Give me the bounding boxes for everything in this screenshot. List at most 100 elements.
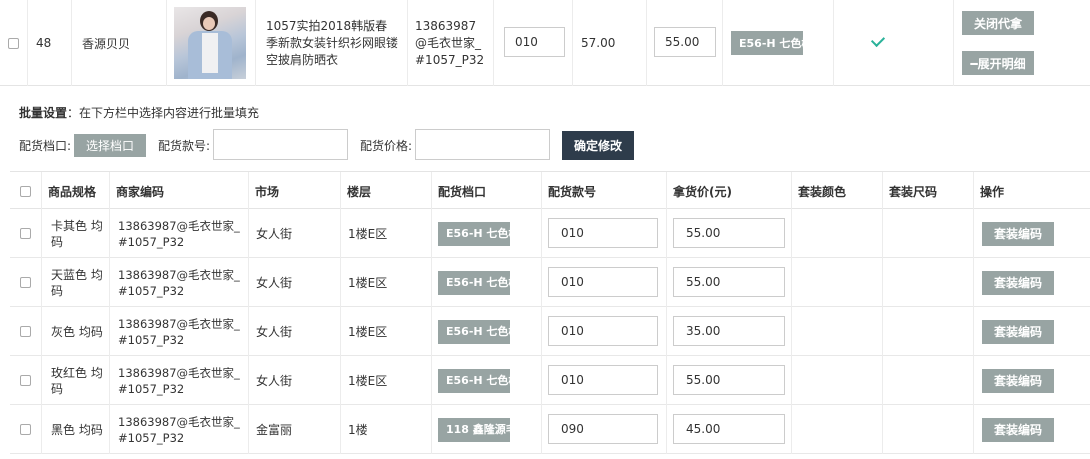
table-row: 天蓝色 均码 13863987@毛衣世家_#1057_P32 女人街 1楼E区 E56-…	[10, 258, 1090, 307]
row-stall-no-input[interactable]: 010	[548, 365, 658, 395]
row-spec: 黑色 均码	[42, 405, 110, 454]
row-price-input[interactable]: 55.00	[673, 218, 785, 248]
header-set-color: 套装颜色	[792, 172, 883, 210]
product-thumbnail[interactable]	[174, 7, 246, 79]
header-floor: 楼层	[341, 172, 432, 210]
row-price-input[interactable]: 55.00	[673, 267, 785, 297]
row-set-color	[792, 209, 883, 258]
row-stall-cell: 118 鑫隆源毛衫	[432, 405, 542, 454]
row-price-cell: 55.00	[667, 209, 792, 258]
row-stall-no-cell: 010	[542, 258, 667, 307]
row-stall-no-cell: 010	[542, 209, 667, 258]
row-stall-button[interactable]: 118 鑫隆源毛衫	[438, 418, 510, 442]
table-row: 黑色 均码 13863987@毛衣世家_#1057_P32 金富丽 1楼 118 鑫隆源…	[10, 405, 1090, 454]
row-stall-button[interactable]: E56-H 七色树	[438, 369, 510, 393]
row-checkbox[interactable]	[20, 277, 31, 288]
product-merchant-code: 13863987@毛衣世家_#1057_P32	[408, 0, 494, 86]
batch-stall-label: 配货档口:	[19, 139, 72, 153]
row-set-size	[883, 405, 974, 454]
set-code-button[interactable]: 套装编码	[982, 369, 1054, 393]
select-all-checkbox[interactable]	[20, 185, 31, 197]
row-merchant-code: 13863987@毛衣世家_#1057_P32	[110, 405, 249, 454]
row-market: 金富丽	[249, 405, 341, 454]
row-price-input[interactable]: 55.00	[673, 365, 785, 395]
row-set-color	[792, 405, 883, 454]
row-stall-no-cell: 090	[542, 405, 667, 454]
product-row: 48 香源贝贝 1057实拍2018韩版春季新款女装针织衫网眼镂空披肩防晒衣 1…	[0, 0, 1090, 86]
batch-price-label: 配货价格:	[360, 139, 413, 153]
row-floor: 1楼E区	[341, 356, 432, 405]
row-stall-cell: E56-H 七色树	[432, 356, 542, 405]
row-stall-button[interactable]: E56-H 七色树	[438, 320, 510, 344]
row-merchant-code: 13863987@毛衣世家_#1057_P32	[110, 307, 249, 356]
select-stall-button[interactable]: 选择档口	[74, 134, 146, 157]
row-set-color	[792, 307, 883, 356]
row-stall-button[interactable]: E56-H 七色树	[438, 222, 510, 246]
row-spec: 灰色 均码	[42, 307, 110, 356]
row-merchant-code: 13863987@毛衣世家_#1057_P32	[110, 258, 249, 307]
row-set-size	[883, 209, 974, 258]
row-price-input[interactable]: 45.00	[673, 414, 785, 444]
row-price-input[interactable]: 35.00	[673, 316, 785, 346]
batch-code-label: 配货款号:	[158, 139, 211, 153]
row-checkbox[interactable]	[20, 228, 31, 239]
product-stall-button[interactable]: E56-H 七色树	[731, 31, 803, 55]
product-image-cell	[167, 0, 256, 86]
row-stall-no-input[interactable]: 010	[548, 316, 658, 346]
row-merchant-code: 13863987@毛衣世家_#1057_P32	[110, 356, 249, 405]
confirm-edit-button[interactable]: 确定修改	[562, 131, 634, 160]
expand-detail-button[interactable]: ━展开明细	[962, 51, 1034, 75]
product-status-cell	[834, 0, 954, 86]
row-checkbox-cell	[10, 209, 42, 258]
row-action-cell: 套装编码	[974, 307, 1090, 356]
row-spec: 玫红色 均码	[42, 356, 110, 405]
product-stall-no-input[interactable]: 010	[504, 27, 565, 57]
header-stall: 配货档口	[432, 172, 542, 210]
set-code-button[interactable]: 套装编码	[982, 271, 1054, 295]
row-market: 女人街	[249, 307, 341, 356]
batch-price-input[interactable]	[415, 129, 550, 160]
product-stall-no-cell: 010	[494, 0, 573, 86]
row-set-size	[883, 258, 974, 307]
batch-title-rest: ：在下方栏中选择内容进行批量填充	[67, 106, 260, 120]
set-code-button[interactable]: 套装编码	[982, 320, 1054, 344]
row-spec: 卡其色 均码	[42, 209, 110, 258]
row-set-size	[883, 307, 974, 356]
row-set-color	[792, 356, 883, 405]
table-header: 商品规格 商家编码 市场 楼层 配货档口 配货款号 拿货价(元) 套装颜色 套装…	[10, 171, 1090, 210]
row-stall-no-cell: 010	[542, 307, 667, 356]
row-action-cell: 套装编码	[974, 258, 1090, 307]
product-shop: 香源贝贝	[72, 0, 167, 86]
close-agent-button[interactable]: 关闭代拿	[962, 11, 1034, 35]
row-checkbox-cell	[10, 307, 42, 356]
header-stall-no: 配货款号	[542, 172, 667, 210]
product-buy-price-input[interactable]: 55.00	[654, 27, 716, 57]
batch-title: 批量设置：在下方栏中选择内容进行批量填充	[19, 104, 259, 121]
row-checkbox[interactable]	[20, 424, 31, 435]
row-stall-no-input[interactable]: 090	[548, 414, 658, 444]
row-checkbox[interactable]	[20, 326, 31, 337]
row-merchant-code: 13863987@毛衣世家_#1057_P32	[110, 209, 249, 258]
product-buy-price-cell: 55.00	[647, 0, 723, 86]
row-checkbox[interactable]	[20, 375, 31, 386]
row-price-cell: 55.00	[667, 356, 792, 405]
row-stall-no-cell: 010	[542, 356, 667, 405]
row-stall-button[interactable]: E56-H 七色树	[438, 271, 510, 295]
row-price-cell: 35.00	[667, 307, 792, 356]
product-checkbox[interactable]	[8, 37, 19, 49]
row-market: 女人街	[249, 209, 341, 258]
row-stall-no-input[interactable]: 010	[548, 218, 658, 248]
product-title[interactable]: 1057实拍2018韩版春季新款女装针织衫网眼镂空披肩防晒衣	[256, 0, 408, 86]
set-code-button[interactable]: 套装编码	[982, 222, 1054, 246]
product-actions-cell: 关闭代拿 ━展开明细	[954, 0, 1090, 86]
row-action-cell: 套装编码	[974, 209, 1090, 258]
product-index: 48	[28, 0, 72, 86]
check-icon	[870, 32, 886, 48]
product-stall-cell: E56-H 七色树	[723, 0, 834, 86]
row-spec: 天蓝色 均码	[42, 258, 110, 307]
row-checkbox-cell	[10, 405, 42, 454]
batch-code-input[interactable]	[213, 129, 348, 160]
row-stall-no-input[interactable]: 010	[548, 267, 658, 297]
set-code-button[interactable]: 套装编码	[982, 418, 1054, 442]
header-market: 市场	[249, 172, 341, 210]
